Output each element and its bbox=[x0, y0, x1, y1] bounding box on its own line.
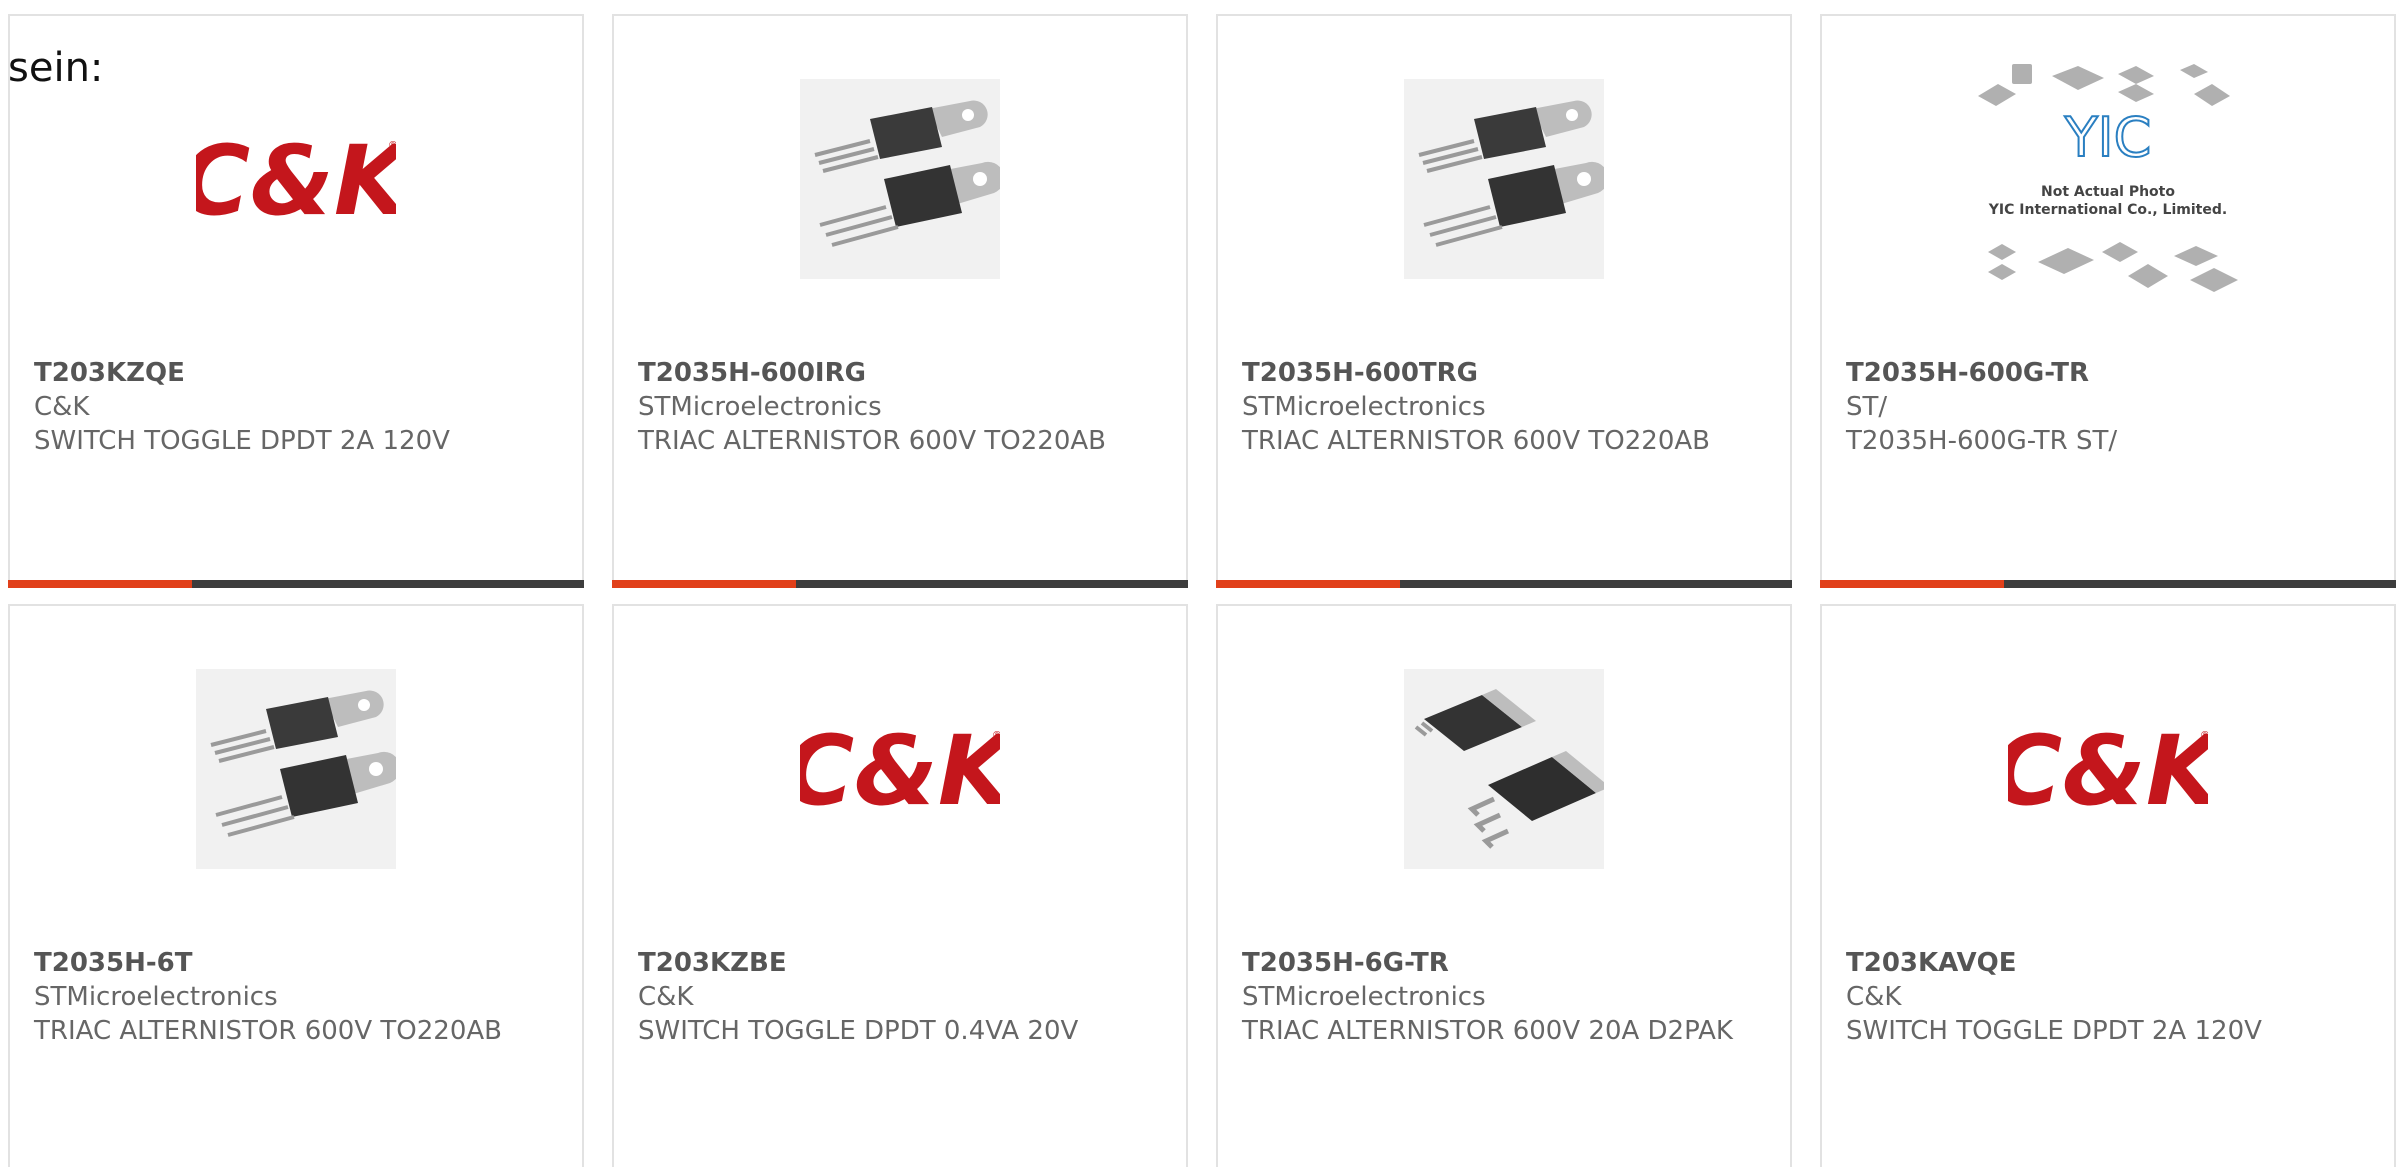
manufacturer: STMicroelectronics bbox=[1242, 392, 1486, 422]
lead-text: sein: bbox=[8, 45, 104, 91]
description: TRIAC ALTERNISTOR 600V 20A D2PAK bbox=[1242, 1016, 1733, 1046]
product-card[interactable]: T2035H-600TRG STMicroelectronics TRIAC A… bbox=[1216, 14, 1792, 588]
photo-note: Not Actual Photo bbox=[2041, 184, 2175, 200]
d2pak-package-icon bbox=[1218, 664, 1790, 874]
ck-logo: C&K ® bbox=[10, 74, 582, 284]
description: TRIAC ALTERNISTOR 600V TO220AB bbox=[34, 1016, 502, 1046]
manufacturer: C&K bbox=[638, 982, 694, 1012]
svg-text:®: ® bbox=[388, 140, 396, 151]
to220-package-icon bbox=[10, 664, 582, 874]
ck-logo: C&K ® bbox=[1822, 664, 2394, 874]
yic-not-actual-photo: YIC Not Actual Photo YIC International C… bbox=[1822, 56, 2394, 296]
yic-logo-text: YIC bbox=[2064, 106, 2152, 169]
ck-logo-text: C&K bbox=[800, 715, 1000, 824]
product-card[interactable]: T2035H-600IRG STMicroelectronics TRIAC A… bbox=[612, 14, 1188, 588]
description: SWITCH TOGGLE DPDT 0.4VA 20V bbox=[638, 1016, 1079, 1046]
description: SWITCH TOGGLE DPDT 2A 120V bbox=[1846, 1016, 2262, 1046]
product-card[interactable]: C&K ® T203KZQE C&K SWITCH TOGGLE DPDT 2A… bbox=[8, 14, 584, 588]
svg-text:®: ® bbox=[992, 730, 1000, 741]
part-number[interactable]: T2035H-600IRG bbox=[638, 356, 1162, 390]
ck-logo-text: C&K bbox=[196, 125, 396, 234]
svg-text:®: ® bbox=[2200, 730, 2208, 741]
card-bar bbox=[1216, 580, 1792, 588]
card-bar bbox=[1820, 580, 2396, 588]
manufacturer: STMicroelectronics bbox=[1242, 982, 1486, 1012]
description: T2035H-600G-TR ST/ bbox=[1846, 426, 2118, 456]
part-number[interactable]: T203KAVQE bbox=[1846, 946, 2370, 980]
photo-note: YIC International Co., Limited. bbox=[1988, 202, 2227, 218]
product-card[interactable]: T2035H-6T STMicroelectronics TRIAC ALTER… bbox=[8, 604, 584, 1167]
card-bar bbox=[8, 580, 584, 588]
part-number[interactable]: T2035H-600G-TR bbox=[1846, 356, 2370, 390]
product-card[interactable]: YIC Not Actual Photo YIC International C… bbox=[1820, 14, 2396, 588]
to220-package-icon bbox=[1218, 74, 1790, 284]
description: SWITCH TOGGLE DPDT 2A 120V bbox=[34, 426, 450, 456]
manufacturer: ST/ bbox=[1846, 392, 1888, 422]
ck-logo: C&K ® bbox=[614, 664, 1186, 874]
part-number[interactable]: T2035H-6G-TR bbox=[1242, 946, 1766, 980]
manufacturer: STMicroelectronics bbox=[638, 392, 882, 422]
part-number[interactable]: T2035H-600TRG bbox=[1242, 356, 1766, 390]
part-number[interactable]: T203KZQE bbox=[34, 356, 558, 390]
part-number[interactable]: T2035H-6T bbox=[34, 946, 558, 980]
card-bar bbox=[612, 580, 1188, 588]
product-card[interactable]: C&K ® T203KAVQE C&K SWITCH TOGGLE DPDT 2… bbox=[1820, 604, 2396, 1167]
part-number[interactable]: T203KZBE bbox=[638, 946, 1162, 980]
to220-package-icon bbox=[614, 74, 1186, 284]
ck-logo-text: C&K bbox=[2008, 715, 2208, 824]
manufacturer: C&K bbox=[1846, 982, 1902, 1012]
product-card[interactable]: T2035H-6G-TR STMicroelectronics TRIAC AL… bbox=[1216, 604, 1792, 1167]
description: TRIAC ALTERNISTOR 600V TO220AB bbox=[1242, 426, 1710, 456]
product-grid: C&K ® T203KZQE C&K SWITCH TOGGLE DPDT 2A… bbox=[8, 14, 2400, 1167]
product-card[interactable]: C&K ® T203KZBE C&K SWITCH TOGGLE DPDT 0.… bbox=[612, 604, 1188, 1167]
manufacturer: C&K bbox=[34, 392, 90, 422]
manufacturer: STMicroelectronics bbox=[34, 982, 278, 1012]
description: TRIAC ALTERNISTOR 600V TO220AB bbox=[638, 426, 1106, 456]
